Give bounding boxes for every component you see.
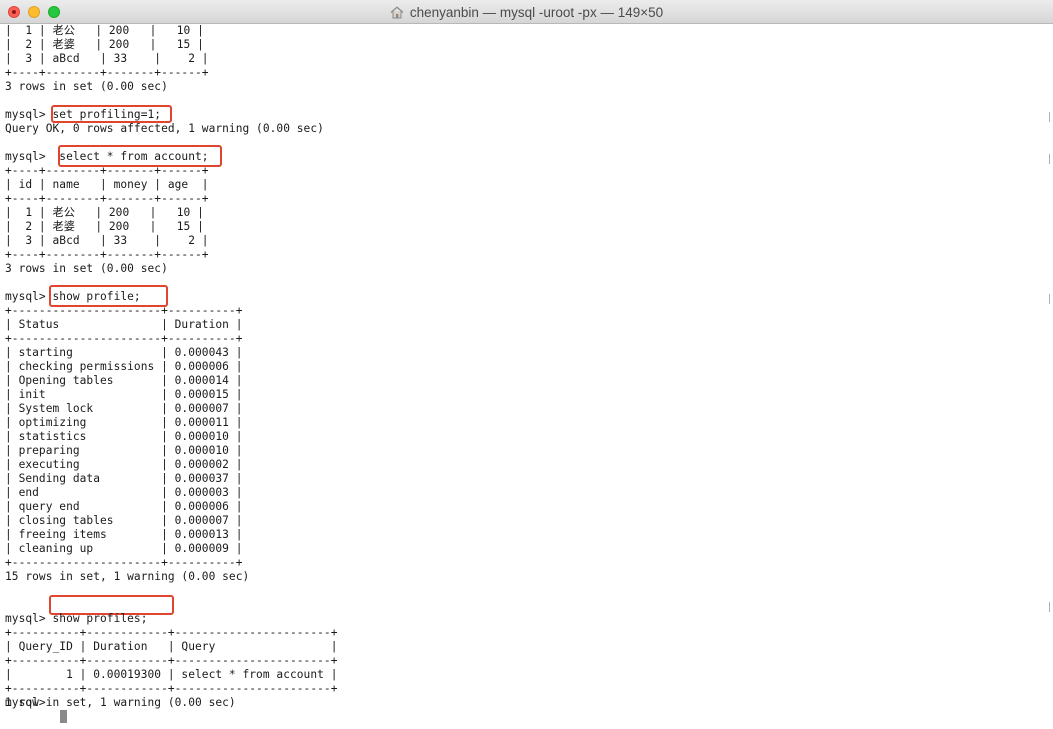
- title-bar[interactable]: chenyanbin — mysql -uroot -px — 149×50: [0, 0, 1053, 24]
- house-icon: [390, 5, 404, 19]
- prompt-line: mysql>: [5, 696, 53, 709]
- output-line: +----+--------+-------+------+: [5, 248, 209, 261]
- terminal-output[interactable]: | 1 | 老公 | 200 | 10 | | 2 | 老婆 | 200 | 15…: [5, 24, 1045, 729]
- output-line: | freeing items | 0.000013 |: [5, 528, 243, 541]
- output-line: | 2 | 老婆 | 200 | 15 |: [5, 220, 204, 233]
- output-line: +----------+------------+---------------…: [5, 626, 338, 639]
- output-line: | init | 0.000015 |: [5, 388, 243, 401]
- prompt-marker: [1047, 294, 1050, 304]
- output-line: +----+--------+-------+------+: [5, 164, 209, 177]
- output-line: | Opening tables | 0.000014 |: [5, 374, 243, 387]
- output-line: +----------+------------+---------------…: [5, 654, 338, 667]
- output-line: | closing tables | 0.000007 |: [5, 514, 243, 527]
- output-line: | 3 | aBcd | 33 | 2 |: [5, 234, 209, 247]
- output-line: | 1 | 0.00019300 | select * from account…: [5, 668, 338, 681]
- output-line: | Status | Duration |: [5, 318, 243, 331]
- output-line: 3 rows in set (0.00 sec): [5, 80, 168, 93]
- terminal-window: chenyanbin — mysql -uroot -px — 149×50 |…: [0, 0, 1053, 729]
- output-line: | query end | 0.000006 |: [5, 500, 243, 513]
- output-line: | System lock | 0.000007 |: [5, 402, 243, 415]
- output-line: | id | name | money | age |: [5, 178, 209, 191]
- prompt-line: mysql> show profile;: [5, 290, 141, 303]
- window-title: chenyanbin — mysql -uroot -px — 149×50: [409, 4, 664, 20]
- prompt-marker: [1047, 154, 1050, 164]
- output-line: +----------------------+----------+: [5, 556, 243, 569]
- output-line: | end | 0.000003 |: [5, 486, 243, 499]
- output-line: | 1 | 老公 | 200 | 10 |: [5, 24, 204, 37]
- output-line: 15 rows in set, 1 warning (0.00 sec): [5, 570, 250, 583]
- output-line: +----------------------+----------+: [5, 332, 243, 345]
- output-line: | checking permissions | 0.000006 |: [5, 360, 243, 373]
- output-line: | optimizing | 0.000011 |: [5, 416, 243, 429]
- window-title-area: chenyanbin — mysql -uroot -px — 149×50: [0, 0, 1053, 24]
- output-line: +----------------------+----------+: [5, 304, 243, 317]
- output-line: Query OK, 0 rows affected, 1 warning (0.…: [5, 122, 324, 135]
- output-line: +----+--------+-------+------+: [5, 192, 209, 205]
- output-line: | 2 | 老婆 | 200 | 15 |: [5, 38, 204, 51]
- output-line: +----+--------+-------+------+: [5, 66, 209, 79]
- prompt-marker: [1047, 112, 1050, 122]
- prompt-line: mysql> select * from account;: [5, 150, 209, 163]
- output-line: | 1 | 老公 | 200 | 10 |: [5, 206, 204, 219]
- output-line: | cleaning up | 0.000009 |: [5, 542, 243, 555]
- output-line: | Query_ID | Duration | Query |: [5, 640, 338, 653]
- prompt-line: mysql> set profiling=1;: [5, 108, 162, 121]
- prompt-line: mysql> show profiles;: [5, 612, 148, 625]
- output-line: +----------+------------+---------------…: [5, 682, 338, 695]
- output-line: | 3 | aBcd | 33 | 2 |: [5, 52, 209, 65]
- output-line: | starting | 0.000043 |: [5, 346, 243, 359]
- output-line: | statistics | 0.000010 |: [5, 430, 243, 443]
- output-line: | preparing | 0.000010 |: [5, 444, 243, 457]
- text-cursor: [60, 710, 67, 723]
- prompt-marker: [1047, 602, 1050, 612]
- output-line: | Sending data | 0.000037 |: [5, 472, 243, 485]
- output-line: 3 rows in set (0.00 sec): [5, 262, 168, 275]
- output-line: | executing | 0.000002 |: [5, 458, 243, 471]
